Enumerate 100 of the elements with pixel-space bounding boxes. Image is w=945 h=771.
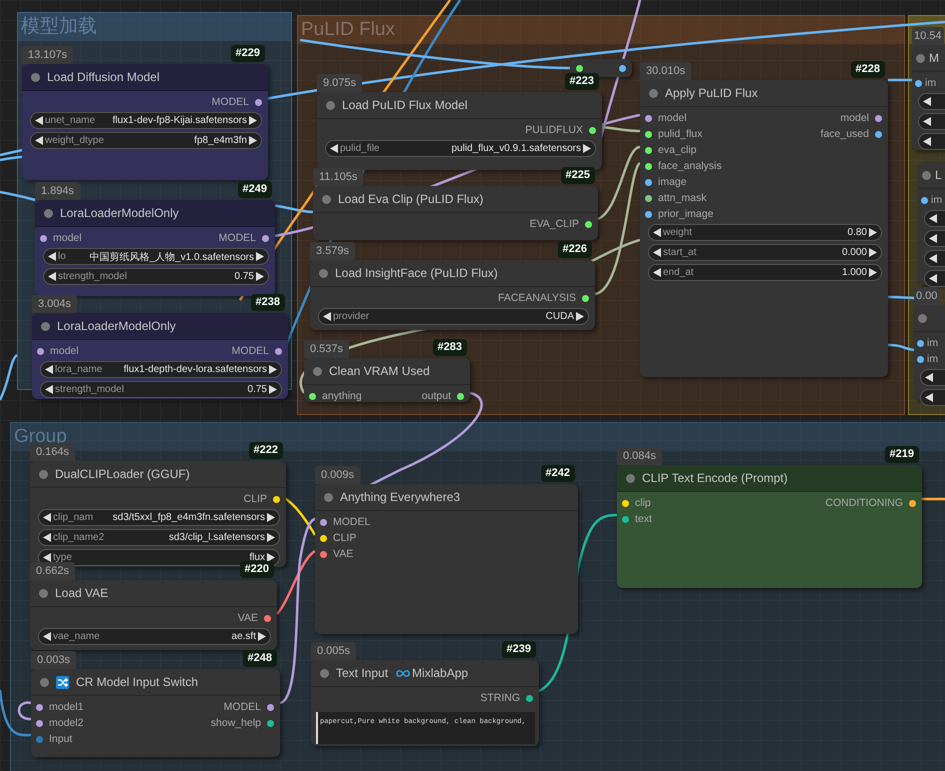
output-slot[interactable] [264,614,271,622]
output-slot[interactable] [875,130,882,138]
input-slot[interactable] [36,704,43,710]
node-id-badge: #223 [564,73,599,90]
dropdown-widget[interactable]: end_at 1.000 [648,264,882,281]
dropdown-widget[interactable]: pulid_file pulid_flux_v0.9.1.safetensors [325,140,596,157]
input-slot[interactable] [921,196,928,204]
left-arrow-icon[interactable] [48,252,56,261]
left-arrow-icon[interactable] [929,234,937,243]
left-arrow-icon[interactable] [48,272,56,281]
right-arrow-icon[interactable] [869,228,877,237]
left-arrow-icon[interactable] [929,274,937,283]
input-slot[interactable] [645,194,652,202]
input-slot[interactable] [917,356,924,362]
dropdown-widget[interactable]: strength_model 0.75 [40,381,282,398]
dropdown-widget[interactable]: provider CUDA [318,308,589,325]
left-arrow-icon[interactable] [925,373,933,382]
output-slot[interactable] [909,500,916,506]
input-label: pulid_flux [658,128,702,140]
left-arrow-icon[interactable] [925,393,933,402]
right-arrow-icon[interactable] [869,248,877,257]
input-slot[interactable] [645,162,652,170]
dropdown-widget[interactable]: weight_dtype fp8_e4m3fn [30,132,262,149]
output-slot[interactable] [582,294,589,302]
input-slot[interactable] [622,500,629,506]
right-arrow-icon[interactable] [583,144,591,153]
status-dot [40,678,49,686]
left-arrow-icon[interactable] [43,632,51,641]
input-slot[interactable] [645,210,652,218]
right-arrow-icon[interactable] [269,385,277,394]
input-slot[interactable] [36,720,43,726]
input-slot[interactable] [645,178,652,186]
left-arrow-icon[interactable] [653,248,661,257]
right-arrow-icon[interactable] [869,268,877,277]
right-arrow-icon[interactable] [267,513,275,522]
right-arrow-icon[interactable] [267,553,275,562]
status-dot [326,100,335,110]
left-arrow-icon[interactable] [923,117,931,126]
input-slot[interactable] [645,114,652,122]
output-slot[interactable] [275,348,282,354]
input-slot[interactable] [36,736,43,742]
input-slot[interactable] [309,392,316,400]
dropdown-widget[interactable]: clip_nam sd3/t5xxl_fp8_e4m3fn.safetensors [38,509,280,526]
output-slot[interactable] [526,694,533,702]
input-slot[interactable] [645,130,652,138]
left-arrow-icon[interactable] [43,533,51,542]
right-arrow-icon[interactable] [256,272,264,281]
right-arrow-icon[interactable] [249,136,257,145]
right-arrow-icon[interactable] [256,252,264,261]
output-slot[interactable] [619,64,626,72]
group-title: PuLID Flux [300,19,395,41]
dropdown-widget[interactable]: lora_name flux1-depth-dev-lora.safetensors [40,361,282,378]
output-slot[interactable] [267,704,274,710]
right-arrow-icon[interactable] [576,312,584,321]
left-arrow-icon[interactable] [323,312,331,321]
output-slot[interactable] [267,720,274,726]
left-arrow-icon[interactable] [923,137,931,146]
left-arrow-icon[interactable] [929,254,937,263]
input-slot[interactable] [917,340,924,346]
dropdown-widget[interactable]: clip_name2 sd3/clip_l.safetensors [38,529,280,546]
input-slot[interactable] [622,516,629,522]
dropdown-widget[interactable]: weight 0.80 [648,224,882,241]
left-arrow-icon[interactable] [923,97,931,106]
left-arrow-icon[interactable] [45,365,53,374]
input-slot[interactable] [320,550,327,558]
output-slot[interactable] [255,98,262,106]
input-slot[interactable] [37,348,44,354]
output-slot[interactable] [875,114,882,122]
output-slot[interactable] [585,220,592,228]
output-slot[interactable] [262,234,269,242]
input-slot[interactable] [576,64,583,72]
left-arrow-icon[interactable] [330,144,338,153]
input-slot[interactable] [915,80,922,86]
node-title: Apply PuLID Flux [665,86,758,100]
dropdown-widget[interactable]: start_at 0.000 [648,244,882,261]
dropdown-widget[interactable]: strength_model 0.75 [43,268,269,285]
left-arrow-icon[interactable] [45,385,53,394]
input-slot[interactable] [40,234,47,242]
input-slot[interactable] [645,146,652,154]
right-arrow-icon[interactable] [258,632,266,641]
dropdown-widget[interactable]: unet_name flux1-dev-fp8-Kijai.safetensors [30,112,262,129]
output-slot[interactable] [273,496,280,502]
left-arrow-icon[interactable] [35,136,43,145]
left-arrow-icon[interactable] [653,268,661,277]
left-arrow-icon[interactable] [43,513,51,522]
left-arrow-icon[interactable] [43,553,51,562]
right-arrow-icon[interactable] [249,116,257,125]
reroute-node[interactable] [570,59,632,77]
output-slot[interactable] [457,392,464,400]
input-label: image [658,176,687,188]
left-arrow-icon[interactable] [35,116,43,125]
input-slot[interactable] [320,518,327,526]
left-arrow-icon[interactable] [653,228,661,237]
dropdown-widget[interactable]: vae_name ae.sft [38,628,271,645]
input-slot[interactable] [320,534,327,542]
left-arrow-icon[interactable] [929,214,937,223]
right-arrow-icon[interactable] [269,365,277,374]
output-slot[interactable] [589,126,596,134]
right-arrow-icon[interactable] [267,533,275,542]
dropdown-widget[interactable]: lo 中国剪纸风格_人物_v1.0.safetensors [43,248,269,265]
